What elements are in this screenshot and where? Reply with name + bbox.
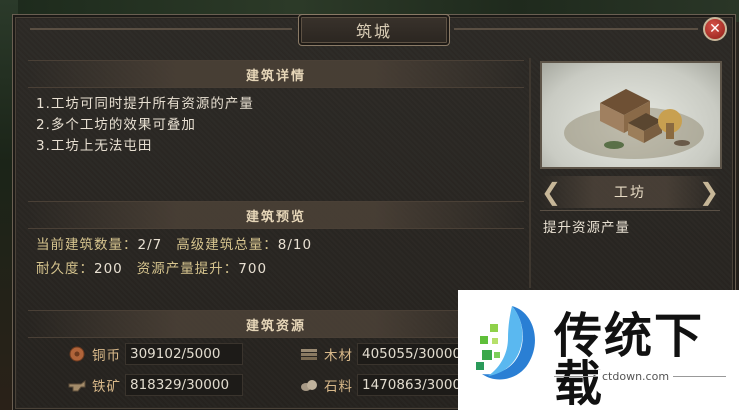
watermark-text: 传统下载 — [554, 308, 705, 410]
wood-icon — [300, 345, 318, 363]
resource-name: 木材 — [324, 348, 353, 364]
resource-name: 石料 — [324, 379, 353, 395]
iron-ore-icon — [68, 376, 86, 394]
resource-iron: 铁矿 818329/30000 — [68, 374, 243, 396]
durability-value: 200 — [94, 261, 123, 277]
resource-value: 818329/30000 — [125, 374, 243, 396]
resource-value: 309102/5000 — [125, 343, 243, 365]
panel-title-text: 筑城 — [355, 22, 392, 41]
building-name: 工坊 — [614, 185, 646, 201]
details-line: 2.多个工坊的效果可叠加 — [36, 117, 196, 133]
next-building-button[interactable]: ❯ — [698, 178, 720, 206]
watermark-logo-icon — [472, 302, 542, 386]
watermark-url: ctdown.com — [598, 370, 674, 383]
durability-label: 耐久度： — [36, 261, 94, 277]
resource-boost-label: 资源产量提升： — [136, 261, 239, 277]
details-section: 建筑详情 1.工坊可同时提升所有资源的产量 2.多个工坊的效果可叠加 3.工坊上… — [28, 60, 524, 157]
resource-boost-value: 700 — [238, 261, 268, 277]
panel-title: 筑城 — [298, 14, 450, 46]
details-list: 1.工坊可同时提升所有资源的产量 2.多个工坊的效果可叠加 3.工坊上无法屯田 — [36, 94, 524, 157]
preview-row-1: 当前建筑数量：2/7 高级建筑总量：8/10 — [36, 233, 524, 257]
close-button[interactable]: ✕ — [703, 17, 727, 41]
game-scene: 筑城 ✕ 建筑详情 1.工坊可同时提升所有资源的产量 2.多个工坊的效果可叠加 … — [0, 0, 739, 410]
title-divider-left — [30, 28, 292, 30]
current-count-label: 当前建筑数量： — [36, 237, 138, 253]
resource-wood: 木材 405055/30000 — [300, 343, 475, 365]
details-header: 建筑详情 — [28, 60, 524, 88]
building-image — [540, 61, 722, 169]
stone-icon — [300, 376, 318, 394]
preview-section: 建筑预览 当前建筑数量：2/7 高级建筑总量：8/10 耐久度：200 资源产量提升… — [28, 201, 524, 281]
close-icon: ✕ — [709, 21, 721, 37]
resource-name: 铜币 — [92, 348, 121, 364]
title-divider-right — [454, 28, 698, 30]
resource-stone: 石料 1470863/30000 — [300, 374, 475, 396]
resources-section: 建筑资源 — [28, 310, 524, 338]
resources-header: 建筑资源 — [28, 310, 524, 338]
details-line: 1.工坊可同时提升所有资源的产量 — [36, 96, 254, 112]
prev-building-button[interactable]: ❮ — [540, 178, 562, 206]
current-count-value: 2/7 — [137, 237, 163, 253]
building-description: 提升资源产量 — [543, 220, 630, 236]
watermark-overlay: 传统下载 ctdown.com — [458, 290, 739, 410]
copper-coin-icon — [68, 345, 86, 363]
building-selector: ❮ 工坊 ❯ — [540, 176, 720, 208]
column-divider — [529, 58, 531, 288]
chevron-left-icon: ❮ — [540, 178, 562, 206]
resource-copper: 铜币 309102/5000 — [68, 343, 243, 365]
advanced-total-value: 8/10 — [277, 237, 313, 253]
preview-header: 建筑预览 — [28, 201, 524, 229]
chevron-right-icon: ❯ — [698, 178, 720, 206]
details-line: 3.工坊上无法屯田 — [36, 138, 153, 154]
side-divider — [540, 210, 720, 211]
resource-name: 铁矿 — [92, 379, 121, 395]
preview-row-2: 耐久度：200 资源产量提升：700 — [36, 257, 524, 281]
advanced-total-label: 高级建筑总量： — [176, 237, 278, 253]
